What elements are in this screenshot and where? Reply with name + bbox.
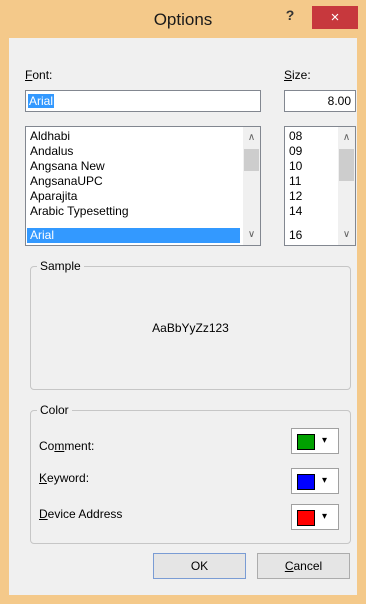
device-address-color-label: Device Address bbox=[39, 507, 123, 521]
comment-color-picker[interactable]: ▾ bbox=[291, 428, 339, 454]
list-item[interactable]: 12 bbox=[289, 189, 302, 204]
size-label: Size: bbox=[284, 68, 311, 82]
font-input-value: Arial bbox=[28, 94, 55, 108]
title-bar[interactable]: Options ? × bbox=[0, 0, 366, 38]
list-item[interactable]: 10 bbox=[289, 159, 302, 174]
size-list[interactable]: 08 09 10 11 12 14 16 ∧ ∨ bbox=[284, 126, 356, 246]
cancel-button[interactable]: Cancel bbox=[257, 553, 350, 579]
scroll-up-arrow-icon[interactable]: ∧ bbox=[338, 129, 355, 146]
comment-color-swatch bbox=[297, 434, 315, 450]
font-list-scrollbar[interactable]: ∧ ∨ bbox=[243, 127, 260, 245]
sample-preview-text: AaBbYyZz123 bbox=[152, 321, 229, 335]
dropdown-arrow-icon: ▾ bbox=[322, 435, 328, 446]
sample-group-title: Sample bbox=[37, 259, 84, 273]
scroll-down-arrow-icon[interactable]: ∨ bbox=[338, 226, 355, 243]
keyword-color-label: Keyword: bbox=[39, 471, 90, 485]
help-button[interactable]: ? bbox=[279, 7, 301, 31]
list-item[interactable]: Angsana New bbox=[30, 159, 105, 174]
keyword-color-swatch bbox=[297, 474, 315, 490]
ok-button[interactable]: OK bbox=[153, 553, 246, 579]
keyword-color-picker[interactable]: ▾ bbox=[291, 468, 339, 494]
scroll-up-arrow-icon[interactable]: ∧ bbox=[243, 129, 260, 146]
color-group-title: Color bbox=[37, 403, 72, 417]
list-item[interactable]: 14 bbox=[289, 204, 302, 219]
list-item[interactable]: 11 bbox=[289, 174, 301, 189]
list-item[interactable]: 09 bbox=[289, 144, 302, 159]
close-button[interactable]: × bbox=[312, 6, 358, 29]
list-item[interactable]: 16 bbox=[289, 228, 302, 243]
list-item[interactable]: Arabic Typesetting bbox=[30, 204, 129, 219]
font-input[interactable]: Arial bbox=[25, 90, 261, 112]
device-address-color-swatch bbox=[297, 510, 315, 526]
scroll-thumb[interactable] bbox=[244, 149, 259, 171]
size-list-scrollbar[interactable]: ∧ ∨ bbox=[338, 127, 355, 245]
dropdown-arrow-icon: ▾ bbox=[322, 511, 328, 522]
list-item[interactable]: AngsanaUPC bbox=[30, 174, 103, 189]
list-item[interactable]: Aparajita bbox=[30, 189, 77, 204]
list-item[interactable]: Aldhabi bbox=[30, 129, 70, 144]
scroll-down-arrow-icon[interactable]: ∨ bbox=[243, 226, 260, 243]
scroll-thumb[interactable] bbox=[339, 149, 354, 181]
options-dialog: Options ? × Font: Arial Size: 8.00 Aldha… bbox=[0, 0, 366, 604]
list-item[interactable]: 08 bbox=[289, 129, 302, 144]
font-list[interactable]: Aldhabi Andalus Angsana New AngsanaUPC A… bbox=[25, 126, 261, 246]
size-input[interactable]: 8.00 bbox=[284, 90, 356, 112]
comment-color-label: Comment: bbox=[39, 439, 95, 453]
font-label: Font: bbox=[25, 68, 53, 82]
list-item-selected[interactable]: Arial bbox=[27, 228, 240, 243]
dropdown-arrow-icon: ▾ bbox=[322, 475, 328, 486]
list-item[interactable]: Andalus bbox=[30, 144, 73, 159]
device-address-color-picker[interactable]: ▾ bbox=[291, 504, 339, 530]
